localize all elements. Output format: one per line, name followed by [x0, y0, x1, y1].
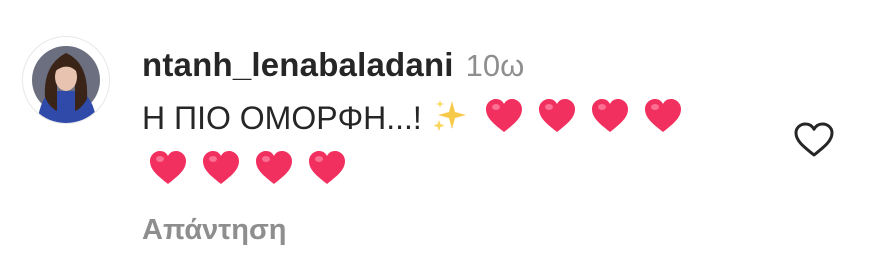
reply-button[interactable]: Απάντηση [142, 214, 287, 247]
red-heart-icon [484, 97, 524, 135]
comment-timestamp[interactable]: 10ω [466, 48, 525, 83]
avatar[interactable] [22, 36, 110, 124]
avatar-photo [23, 37, 109, 123]
comment-text-content: Η ΠΙΟ ΟΜΟΡΦΗ...! [142, 100, 422, 136]
comment-item: ntanh_lenabaladani 10ω Η ΠΙΟ ΟΜΟΡΦΗ...! Α… [0, 0, 880, 280]
username-link[interactable]: ntanh_lenabaladani [142, 46, 454, 83]
red-heart-icon [643, 97, 683, 135]
heart-outline-icon [794, 122, 834, 157]
red-heart-icon [537, 97, 577, 135]
red-heart-icon [254, 149, 294, 187]
comment-header: ntanh_lenabaladani 10ω [142, 46, 524, 86]
red-heart-icon [148, 149, 188, 187]
comment-text: Η ΠΙΟ ΟΜΟΡΦΗ...! [142, 92, 762, 196]
red-heart-icon [307, 149, 347, 187]
like-comment-button[interactable] [792, 118, 836, 162]
red-heart-icon [590, 97, 630, 135]
sparkles-icon [430, 97, 470, 135]
red-heart-icon [201, 149, 241, 187]
